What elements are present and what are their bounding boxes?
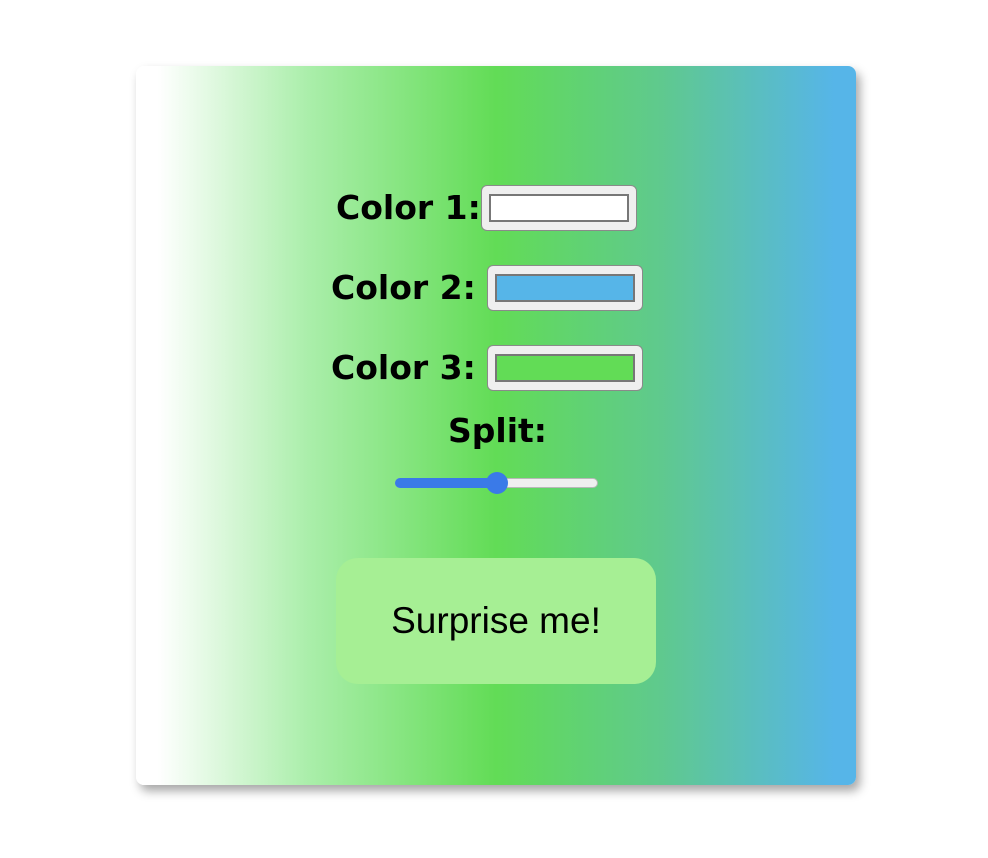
color-1-swatch	[489, 194, 629, 222]
split-label: Split:	[448, 411, 547, 450]
surprise-me-button[interactable]: Surprise me!	[336, 558, 656, 684]
color-1-label: Color 1:	[336, 188, 481, 227]
color-1-picker[interactable]	[481, 185, 637, 231]
split-slider-fill	[395, 478, 497, 488]
color-3-swatch	[495, 354, 635, 382]
color-3-picker[interactable]	[487, 345, 643, 391]
color-2-picker[interactable]	[487, 265, 643, 311]
color-3-label: Color 3:	[331, 348, 476, 387]
color-2-label: Color 2:	[331, 268, 476, 307]
split-slider-thumb[interactable]	[485, 472, 508, 494]
color-2-swatch	[495, 274, 635, 302]
split-slider[interactable]	[395, 472, 598, 494]
